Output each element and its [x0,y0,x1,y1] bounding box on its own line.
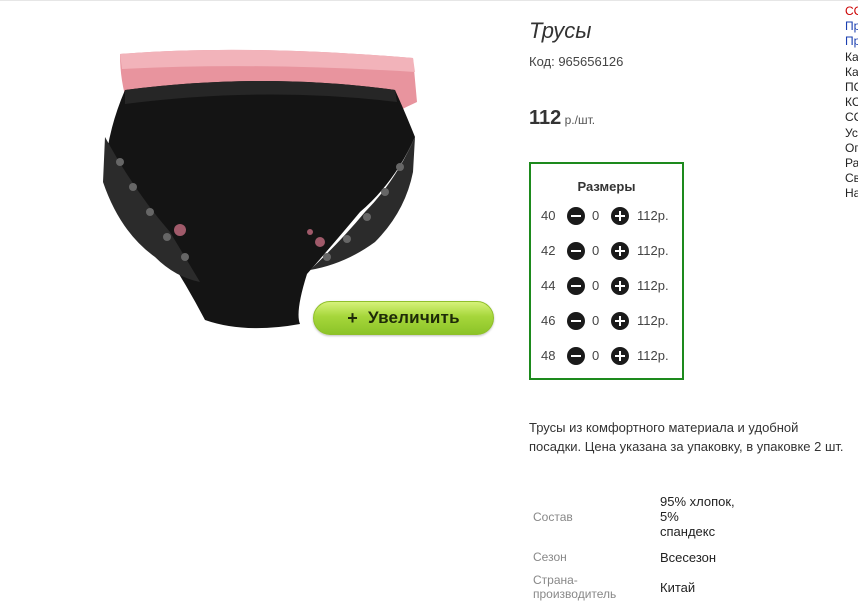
quantity-value: 0 [592,243,600,258]
decrease-quantity-icon[interactable] [567,242,585,260]
size-price: 112р. [637,243,669,258]
decrease-quantity-icon[interactable] [567,347,585,365]
size-label: 48 [541,348,556,363]
decrease-quantity-icon[interactable] [567,207,585,225]
quantity-value: 0 [592,348,600,363]
composition-line: 5% [660,509,679,524]
size-row: 44 0 112р. [531,276,682,296]
decrease-quantity-icon[interactable] [567,312,585,330]
product-title: Трусы [529,18,592,43]
underwear-photo-icon [103,49,417,329]
spec-composition-value: 95% хлопок, 5% спандекс [660,494,735,539]
sizes-heading: Размеры [577,179,636,194]
spec-composition-label: Состав [533,510,573,524]
size-row: 40 0 112р. [531,206,682,226]
composition-line: 95% хлопок, [660,494,735,509]
size-label: 44 [541,278,556,293]
increase-quantity-icon[interactable] [611,312,629,330]
product-code: Код: 965656126 [529,54,624,69]
side-menu-item[interactable]: Ус [845,126,858,141]
price-value: 112 [529,107,562,129]
side-menu-item[interactable]: ПО [845,80,858,95]
size-price: 112р. [637,348,669,363]
side-menu-item[interactable]: Ра [845,156,858,171]
side-menu-item[interactable]: Ка [845,50,858,65]
size-label: 42 [541,243,556,258]
size-price: 112р. [637,278,669,293]
side-menu-item[interactable]: Оп [845,141,858,156]
quantity-value: 0 [592,208,600,223]
size-row: 42 0 112р. [531,241,682,261]
increase-quantity-icon[interactable] [611,347,629,365]
zoom-button[interactable]: + Увеличить [313,301,494,335]
zoom-button-label: Увеличить [367,308,460,327]
product-description: Трусы из комфортного материала и удобной… [529,420,844,454]
composition-line: спандекс [660,524,716,539]
side-menu-item[interactable]: СС [845,4,858,19]
price-unit: р./шт. [561,113,596,127]
quantity-value: 0 [592,313,600,328]
product-price: 112 р./шт. [529,107,595,130]
top-divider [0,0,858,1]
increase-quantity-icon[interactable] [611,207,629,225]
side-menu-item[interactable]: На [845,186,858,201]
sizes-box: Размеры 40 0 112р. 42 0 112р. 44 0 112р.… [529,162,684,380]
size-row: 46 0 112р. [531,311,682,331]
side-menu-item[interactable]: КС [845,95,858,110]
plus-icon: + [347,307,358,328]
side-menu-item[interactable]: Пр [845,19,858,34]
spec-country-value: Китай [660,580,696,595]
size-row: 48 0 112р. [531,346,682,366]
country-label-line: Страна- [533,573,578,587]
side-menu-item[interactable]: Ка [845,65,858,80]
size-label: 46 [541,313,556,328]
quantity-value: 0 [592,278,600,293]
spec-country-label: Страна- производитель [533,573,616,601]
size-price: 112р. [637,313,669,328]
spec-season-value: Всесезон [660,550,717,565]
side-menu-item[interactable]: Пр [845,34,858,49]
increase-quantity-icon[interactable] [611,242,629,260]
size-label: 40 [541,208,556,223]
side-menu-item[interactable]: Св [845,171,858,186]
side-menu: СС Пр Пр Ка Ка ПО КС СС Ус Оп Ра Св На [845,4,858,201]
side-menu-item[interactable]: СС [845,110,858,125]
product-photo[interactable] [95,42,435,342]
decrease-quantity-icon[interactable] [567,277,585,295]
spec-season-label: Сезон [533,550,567,564]
size-price: 112р. [637,208,669,223]
country-label-line: производитель [533,587,617,601]
increase-quantity-icon[interactable] [611,277,629,295]
